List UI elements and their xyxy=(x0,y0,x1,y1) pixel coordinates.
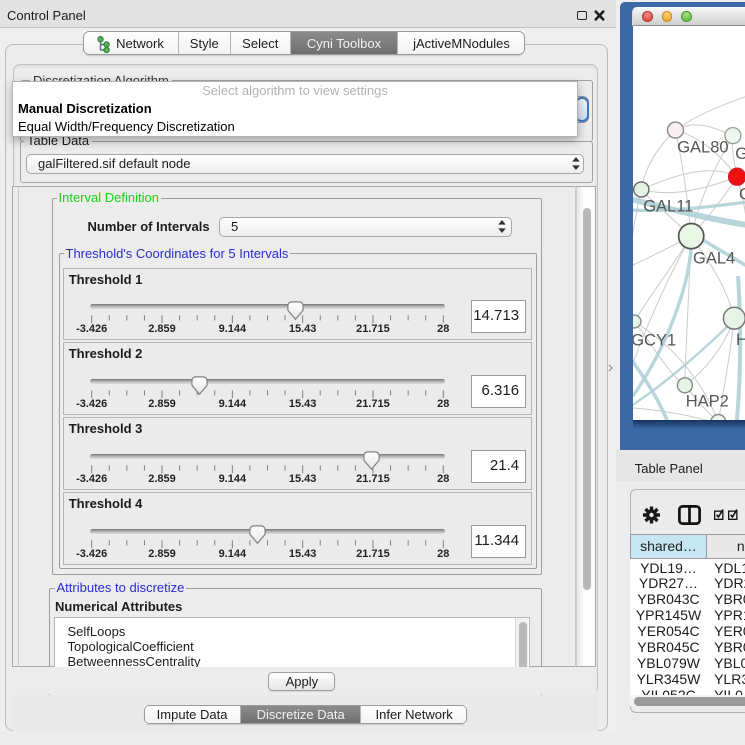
svg-text:HAP2: HAP2 xyxy=(685,392,728,410)
svg-text:GA: GA xyxy=(735,145,745,163)
svg-text:GAL11: GAL11 xyxy=(643,197,693,215)
svg-text:GAL4: GAL4 xyxy=(693,249,735,267)
svg-text:GAL80: GAL80 xyxy=(677,138,728,156)
svg-text:GCY1: GCY1 xyxy=(633,331,676,349)
svg-text:C: C xyxy=(739,185,745,203)
svg-text:H: H xyxy=(736,331,745,349)
